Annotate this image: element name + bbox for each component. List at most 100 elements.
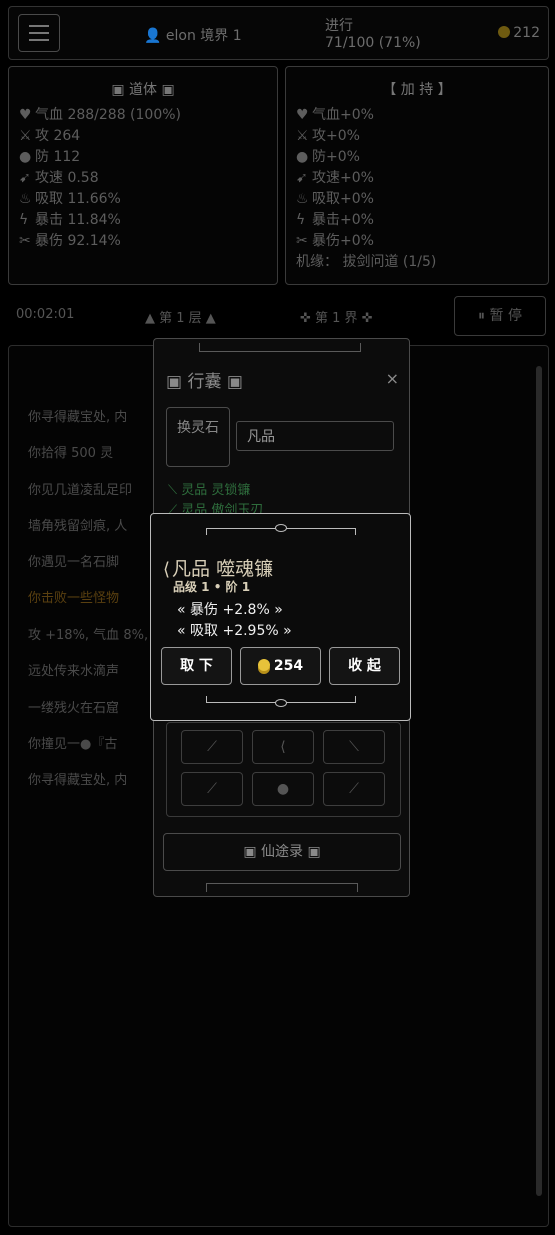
stat-value: 攻速 0.58 bbox=[35, 170, 99, 186]
stat-value: 气血+0% bbox=[312, 107, 374, 123]
coin-counter: 212 bbox=[498, 25, 540, 41]
stat-value: 防+0% bbox=[312, 149, 360, 165]
log-line: 你遇见一名石脚 bbox=[28, 555, 120, 570]
buff-stats-title: 【 加 持 】 bbox=[382, 82, 452, 98]
stat-value: 吸取+0% bbox=[312, 191, 374, 207]
world-indicator: ✜ 第 1 界 ✜ bbox=[300, 311, 373, 326]
swap-stones-button[interactable]: 换灵石 bbox=[166, 407, 230, 467]
log-line: 远处传来水滴声 bbox=[28, 664, 120, 679]
body-stats-panel: ▣ 道体 ▣ ♥ 气血 288/288 (100%) ⚔ 攻 264 ● 防 112 ➹ 攻速… bbox=[8, 66, 278, 285]
log-line: 你击败一些怪物 bbox=[28, 591, 120, 606]
stat-row: ➹ 攻速 0.58 bbox=[9, 168, 277, 189]
log-line: 你寻得藏宝处, 内 bbox=[28, 773, 128, 788]
body-stats-list: ♥ 气血 288/288 (100%) ⚔ 攻 264 ● 防 112 ➹ 攻速 0.58 ♨ 吸… bbox=[9, 105, 277, 252]
body-stats-title: ▣ 道体 ▣ bbox=[111, 82, 175, 98]
equip-slot[interactable]: ⟋ bbox=[181, 772, 243, 806]
equip-slot[interactable]: ⟨ bbox=[252, 730, 314, 764]
coin-icon bbox=[498, 26, 511, 38]
immortal-record-button[interactable]: ▣ 仙途录 ▣ bbox=[163, 833, 401, 871]
buff-stats-panel: 【 加 持 】 ♥ 气血+0% ⚔ 攻+0% ● 防+0% ➹ 攻速+0% ♨ 吸取+0% ϟ 暴击+… bbox=[285, 66, 549, 285]
crit-icon: ϟ bbox=[19, 212, 29, 228]
menu-button[interactable] bbox=[18, 14, 60, 52]
user-icon: 👤 bbox=[144, 28, 162, 44]
buff-stats-list: ♥ 气血+0% ⚔ 攻+0% ● 防+0% ➹ 攻速+0% ♨ 吸取+0% ϟ 暴击+0% ✂ 暴伤+0% bbox=[286, 105, 548, 252]
bag-flourish-top bbox=[199, 343, 361, 352]
critdmg-icon: ✂ bbox=[19, 233, 31, 249]
stat-row: ➹ 攻速+0% bbox=[286, 168, 548, 189]
heart-icon: ♥ bbox=[296, 107, 309, 123]
equipment-slots: ⟋ ⟨ ⟍ ⟋ ● ⟋ bbox=[166, 722, 401, 817]
stat-row: ♥ 气血 288/288 (100%) bbox=[9, 105, 277, 126]
sell-price: 254 bbox=[273, 658, 304, 674]
floor-indicator: ▲ 第 1 层 ▲ bbox=[145, 311, 216, 326]
stat-value: 攻速+0% bbox=[312, 170, 374, 186]
item-grade: 品级 1 • 阶 1 bbox=[173, 580, 251, 594]
log-line: 墙角残留剑痕, 人 bbox=[28, 519, 128, 534]
heart-icon: ♥ bbox=[19, 107, 32, 123]
pause-button[interactable]: ⏸ 暂 停 bbox=[454, 296, 546, 336]
sickle-icon: ⟨ bbox=[163, 559, 171, 580]
crit-icon: ϟ bbox=[296, 212, 306, 228]
shield-icon: ● bbox=[296, 149, 309, 165]
coin-icon bbox=[257, 659, 270, 671]
stat-value: 暴击 11.84% bbox=[35, 212, 121, 228]
stat-value: 吸取 11.66% bbox=[35, 191, 121, 207]
equip-slot[interactable]: ⟍ bbox=[323, 730, 385, 764]
stat-value: 攻 264 bbox=[35, 128, 81, 144]
sword-icon: ⚔ bbox=[19, 128, 32, 144]
sell-button[interactable]: 254 bbox=[240, 647, 321, 685]
item-tooltip: ⟨ 凡品 噬魂镰 品级 1 • 阶 1 « 暴伤 +2.8% » « 吸取 +2.… bbox=[150, 513, 411, 721]
close-icon[interactable]: × bbox=[386, 369, 399, 388]
stat-row: ● 防 112 bbox=[9, 147, 277, 168]
item-attribute: « 吸取 +2.95% » bbox=[177, 623, 292, 639]
progress-value: 71/100 (71%) bbox=[325, 35, 421, 51]
equip-slot[interactable]: ● bbox=[252, 772, 314, 806]
menu-icon-bar bbox=[29, 39, 49, 41]
progress-label: 进行 bbox=[325, 18, 353, 34]
tooltip-knot bbox=[275, 699, 287, 707]
unequip-button[interactable]: 取 下 bbox=[161, 647, 232, 685]
log-line: 你撞见一●『古 bbox=[28, 737, 118, 752]
stat-row: ♨ 吸取 11.66% bbox=[9, 189, 277, 210]
log-line: 你寻得藏宝处, 内 bbox=[28, 410, 128, 425]
absorb-icon: ♨ bbox=[296, 191, 309, 207]
shield-icon: ● bbox=[19, 149, 32, 165]
speed-icon: ➹ bbox=[19, 170, 31, 186]
absorb-icon: ♨ bbox=[19, 191, 32, 207]
log-line: 攻 +18%, 气血 8%, bbox=[28, 628, 149, 643]
sword-icon: ⚔ bbox=[296, 128, 309, 144]
rarity-filter-input[interactable]: 凡品 bbox=[236, 421, 394, 451]
stat-row: ϟ 暴击 11.84% bbox=[9, 210, 277, 231]
log-line: 你拾得 500 灵 bbox=[28, 446, 114, 461]
buff-footer: 机缘： 拔剑问道 (1/5) bbox=[296, 254, 437, 270]
log-line: 一缕残火在石窟 bbox=[28, 701, 120, 716]
bag-flourish-bottom bbox=[206, 883, 358, 892]
critdmg-icon: ✂ bbox=[296, 233, 308, 249]
stat-value: 攻+0% bbox=[312, 128, 360, 144]
stat-row: ♥ 气血+0% bbox=[286, 105, 548, 126]
stat-row: ● 防+0% bbox=[286, 147, 548, 168]
stat-row: ϟ 暴击+0% bbox=[286, 210, 548, 231]
item-name-label: 凡品 噬魂镰 bbox=[172, 558, 274, 580]
stat-row: ♨ 吸取+0% bbox=[286, 189, 548, 210]
log-scrollbar[interactable] bbox=[536, 366, 542, 1196]
top-bar: 👤 elon 境界 1 进行 71/100 (71%) 212 bbox=[8, 6, 549, 60]
stat-row: ⚔ 攻 264 bbox=[9, 126, 277, 147]
equip-slot[interactable]: ⟋ bbox=[181, 730, 243, 764]
stat-row: ✂ 暴伤 92.14% bbox=[9, 231, 277, 252]
collect-button[interactable]: 收 起 bbox=[329, 647, 400, 685]
bag-item[interactable]: ⟍ 灵品 灵锁镰 bbox=[168, 479, 250, 498]
equip-slot[interactable]: ⟋ bbox=[323, 772, 385, 806]
stat-row: ✂ 暴伤+0% bbox=[286, 231, 548, 252]
menu-icon-bar bbox=[29, 32, 49, 34]
item-attribute: « 暴伤 +2.8% » bbox=[177, 602, 283, 618]
log-line: 你见几道凌乱足印 bbox=[28, 483, 133, 498]
stat-value: 防 112 bbox=[35, 149, 81, 165]
stat-value: 暴伤 92.14% bbox=[35, 233, 121, 249]
stat-value: 暴击+0% bbox=[312, 212, 374, 228]
item-name: ⟨ 凡品 噬魂镰 bbox=[163, 554, 273, 581]
coin-count: 212 bbox=[513, 25, 540, 41]
menu-icon bbox=[29, 25, 49, 27]
stat-row: ⚔ 攻+0% bbox=[286, 126, 548, 147]
user-name: 👤 elon 境界 1 bbox=[144, 25, 242, 45]
